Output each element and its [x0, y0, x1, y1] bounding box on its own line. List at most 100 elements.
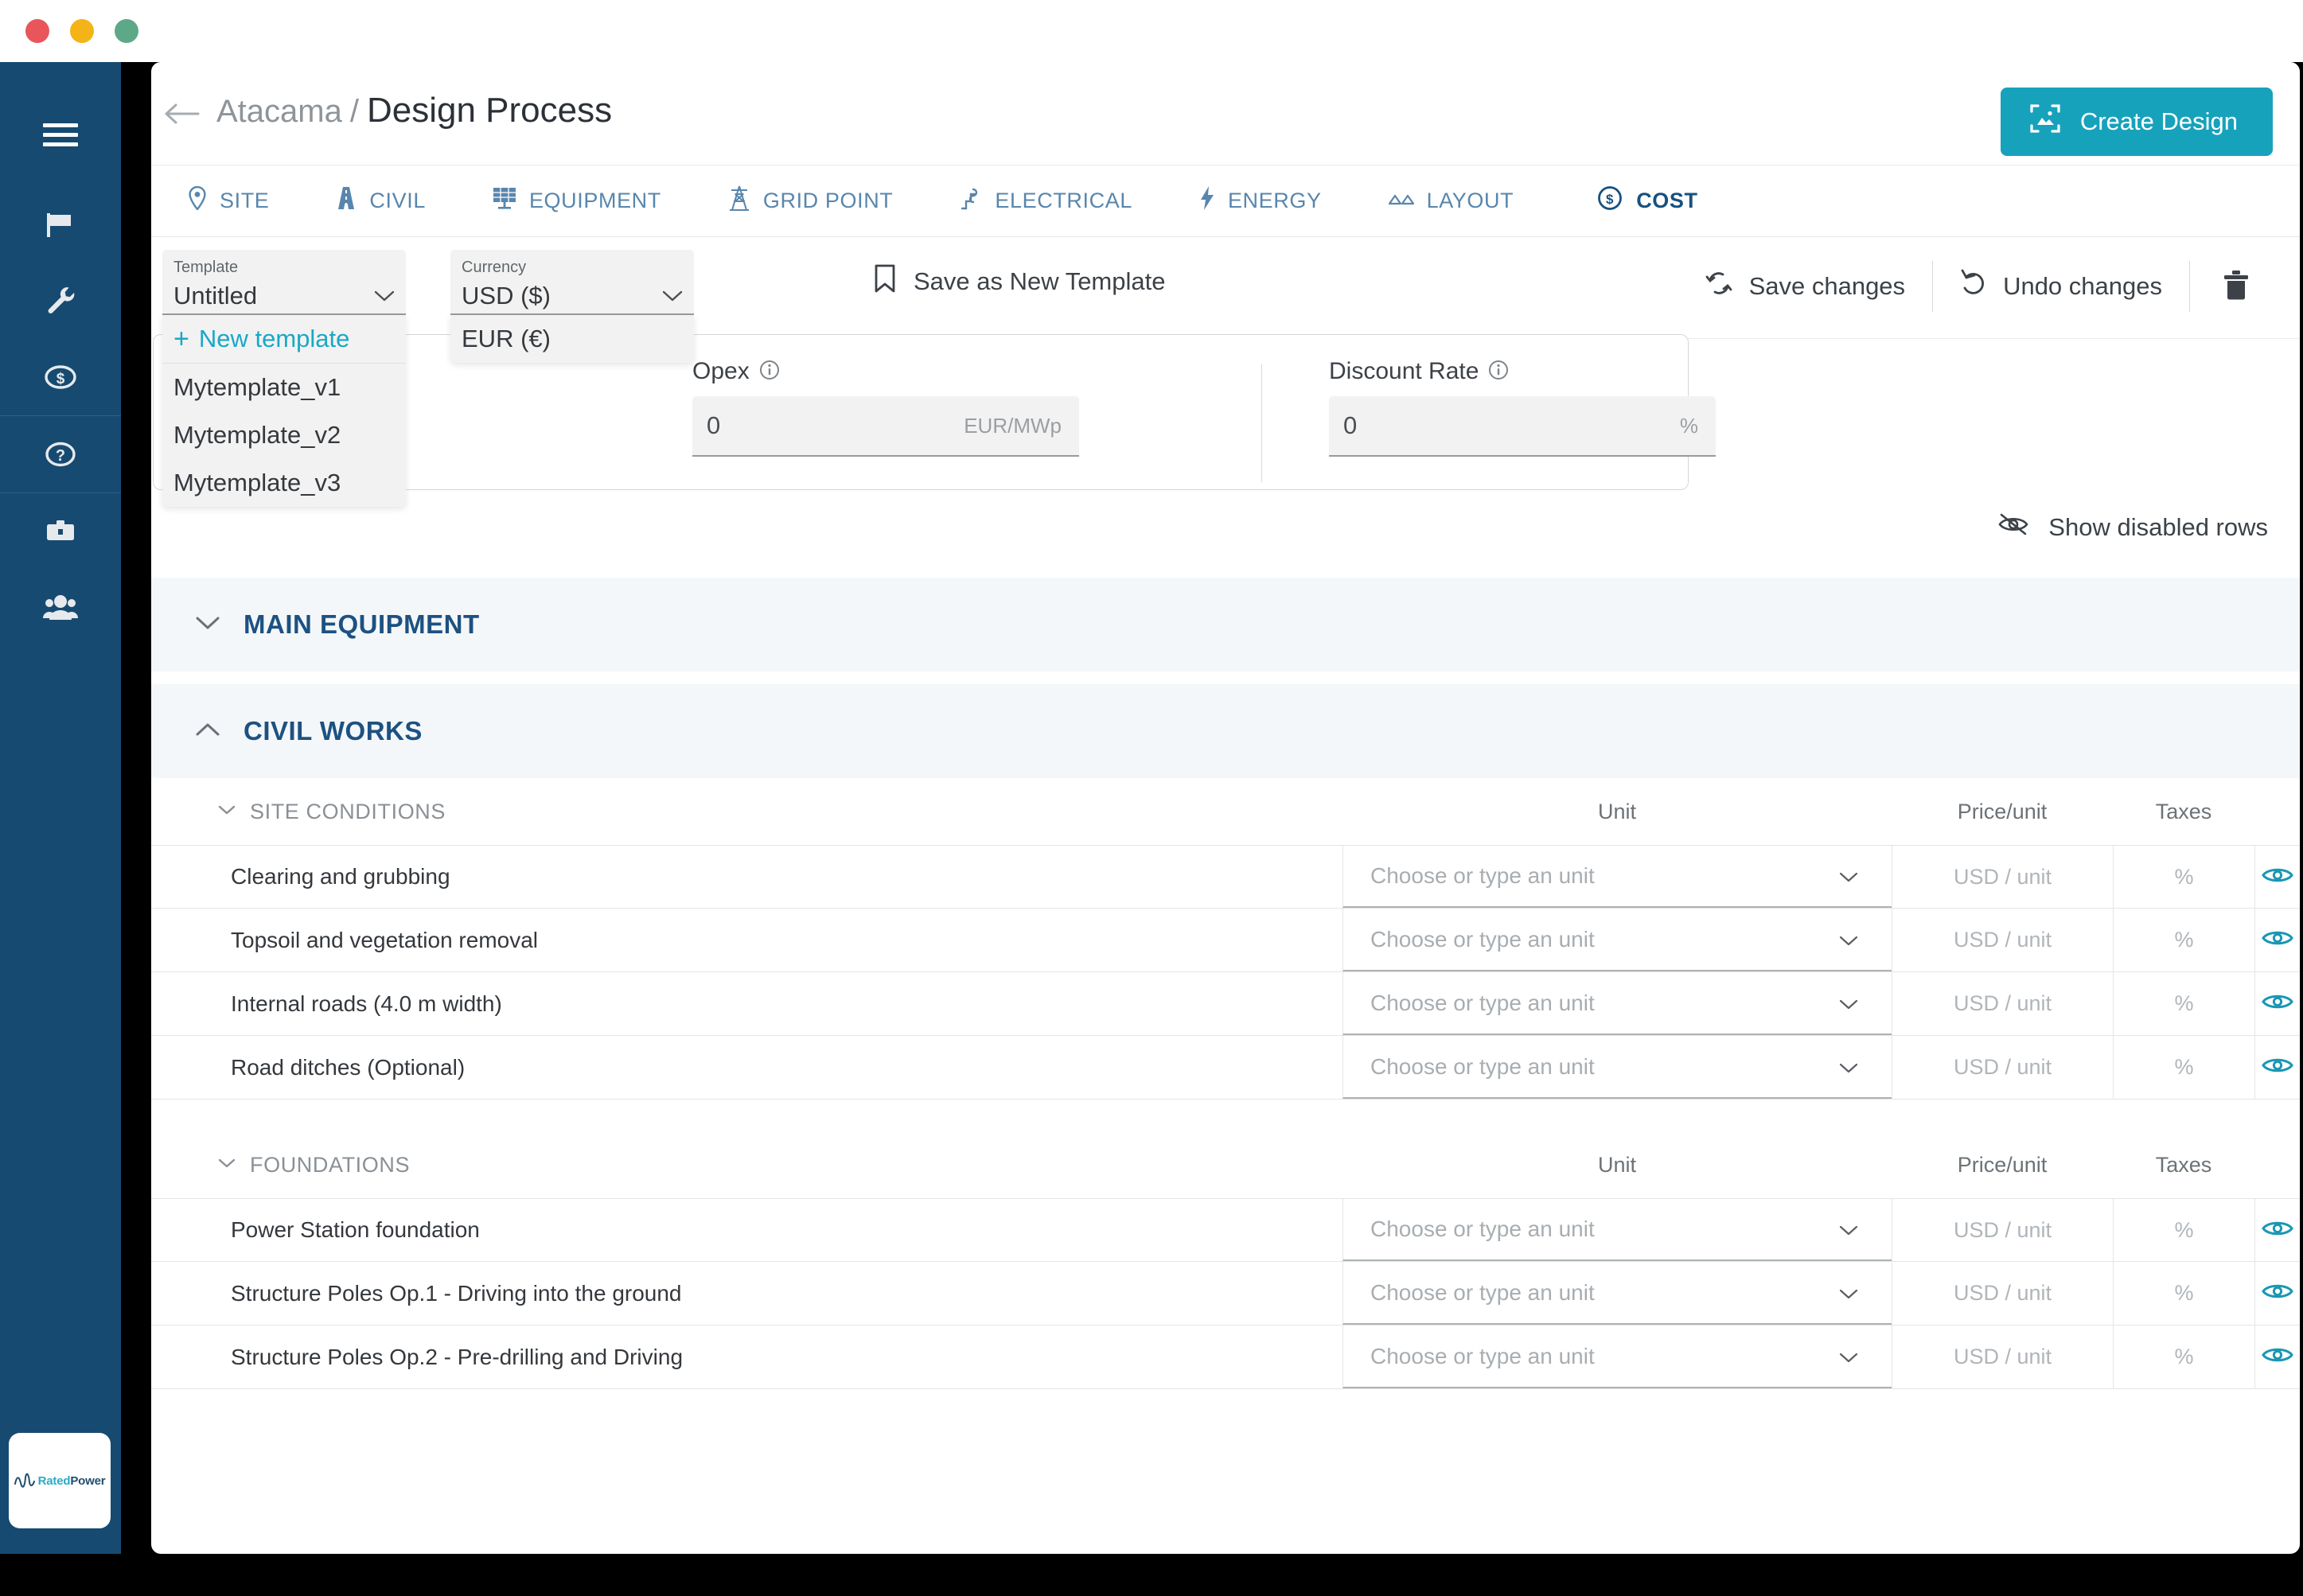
subsection-header[interactable]: FOUNDATIONS Unit Price/unit Taxes	[151, 1131, 2300, 1198]
unit-select[interactable]: Choose or type an unit	[1342, 846, 1892, 908]
eye-icon	[2262, 1218, 2293, 1243]
currency-value: USD ($)	[462, 282, 551, 309]
save-changes-button[interactable]: Save changes	[1678, 269, 1932, 304]
template-option[interactable]: Mytemplate_v3	[162, 459, 406, 507]
new-template-option[interactable]: + New template	[162, 315, 406, 364]
price-input[interactable]: USD / unit	[1892, 972, 2113, 1035]
breadcrumb-project[interactable]: Atacama	[216, 94, 342, 130]
dollar-coin-icon: $	[1596, 185, 1623, 217]
unit-placeholder: Choose or type an unit	[1370, 1279, 1595, 1305]
close-button[interactable]	[25, 19, 49, 43]
currency-option[interactable]: EUR (€)	[450, 315, 694, 363]
opex-input[interactable]: 0 EUR/MWp	[692, 396, 1079, 457]
chevron-down-icon	[1839, 1280, 1858, 1306]
price-input[interactable]: USD / unit	[1892, 1036, 2113, 1099]
tab-electrical[interactable]: ELECTRICAL	[960, 165, 1132, 237]
row-visibility-toggle[interactable]	[2254, 909, 2300, 971]
template-select[interactable]: Template Untitled	[162, 250, 406, 315]
section-title: CIVIL WORKS	[244, 716, 423, 745]
trash-icon	[2223, 270, 2249, 303]
zoom-button[interactable]	[115, 19, 138, 43]
logo-text-rated: Rated	[37, 1473, 71, 1488]
create-design-button[interactable]: Create Design	[2000, 88, 2273, 156]
hamburger-icon	[43, 122, 78, 149]
svg-text:?: ?	[56, 447, 65, 465]
taxes-input[interactable]: %	[2113, 1199, 2254, 1261]
eye-icon	[2262, 1345, 2293, 1369]
delete-button[interactable]	[2190, 270, 2276, 304]
row-visibility-toggle[interactable]	[2254, 972, 2300, 1035]
section-gap	[151, 671, 2300, 684]
sidebar-item-projects[interactable]	[0, 186, 121, 263]
discount-rate-input[interactable]: 0 %	[1329, 396, 1716, 457]
price-input[interactable]: USD / unit	[1892, 1262, 2113, 1325]
unit-select[interactable]: Choose or type an unit	[1342, 1036, 1892, 1099]
column-header-unit: Unit	[1597, 1152, 1636, 1177]
row-name: Clearing and grubbing	[231, 864, 450, 889]
show-disabled-rows-button[interactable]: Show disabled rows	[1997, 512, 2268, 543]
table-row: Clearing and grubbing Choose or type an …	[151, 845, 2300, 909]
show-disabled-rows-label: Show disabled rows	[2048, 513, 2268, 541]
unit-select[interactable]: Choose or type an unit	[1342, 1325, 1892, 1388]
subsection-title: SITE CONDITIONS	[250, 799, 446, 823]
tab-energy[interactable]: ENERGY	[1199, 165, 1322, 237]
circuit-icon	[960, 186, 982, 216]
sidebar-item-portfolio[interactable]	[0, 493, 121, 570]
price-input[interactable]: USD / unit	[1892, 846, 2113, 908]
taxes-input[interactable]: %	[2113, 846, 2254, 908]
section-main-equipment[interactable]: MAIN EQUIPMENT	[151, 578, 2300, 671]
discount-rate-metric: Discount Rate 0 %	[1329, 358, 1716, 457]
tab-equipment[interactable]: EQUIPMENT	[493, 165, 661, 237]
undo-changes-label: Undo changes	[2003, 272, 2162, 300]
price-input[interactable]: USD / unit	[1892, 909, 2113, 971]
template-option[interactable]: Mytemplate_v1	[162, 364, 406, 411]
save-as-new-template-label: Save as New Template	[914, 267, 1166, 295]
tab-cost[interactable]: $ COST	[1596, 165, 1697, 237]
taxes-input[interactable]: %	[2113, 1262, 2254, 1325]
currency-select[interactable]: Currency USD ($)	[450, 250, 694, 315]
opex-value: 0	[707, 411, 721, 439]
price-input[interactable]: USD / unit	[1892, 1199, 2113, 1261]
tab-civil[interactable]: CIVIL	[336, 165, 426, 237]
sidebar-item-tools[interactable]	[0, 263, 121, 339]
sidebar-item-team[interactable]	[0, 570, 121, 646]
row-visibility-toggle[interactable]	[2254, 1199, 2300, 1261]
minimize-button[interactable]	[70, 19, 94, 43]
table-row: Internal roads (4.0 m width) Choose or t…	[151, 972, 2300, 1036]
row-visibility-toggle[interactable]	[2254, 1262, 2300, 1325]
info-icon[interactable]	[759, 360, 780, 384]
row-visibility-toggle[interactable]	[2254, 846, 2300, 908]
taxes-input[interactable]: %	[2113, 1325, 2254, 1388]
sidebar-item-menu[interactable]	[0, 97, 121, 173]
table-row: Road ditches (Optional) Choose or type a…	[151, 1036, 2300, 1100]
unit-select[interactable]: Choose or type an unit	[1342, 1199, 1892, 1261]
logo-text-power: Power	[70, 1473, 106, 1488]
unit-select[interactable]: Choose or type an unit	[1342, 972, 1892, 1035]
section-civil-works[interactable]: CIVIL WORKS	[151, 684, 2300, 778]
subsection-header[interactable]: SITE CONDITIONS Unit Price/unit Taxes	[151, 778, 2300, 845]
taxes-input[interactable]: %	[2113, 1036, 2254, 1099]
breadcrumb-separator: /	[349, 94, 359, 129]
road-icon	[336, 186, 357, 216]
unit-select[interactable]: Choose or type an unit	[1342, 909, 1892, 971]
sidebar-item-costs[interactable]: $	[0, 339, 121, 415]
row-visibility-toggle[interactable]	[2254, 1036, 2300, 1099]
tab-site[interactable]: SITE	[188, 165, 269, 237]
opex-unit: EUR/MWp	[964, 413, 1062, 438]
undo-changes-button[interactable]: Undo changes	[1933, 269, 2189, 304]
back-button[interactable]	[163, 102, 200, 126]
row-visibility-toggle[interactable]	[2254, 1325, 2300, 1388]
taxes-input[interactable]: %	[2113, 909, 2254, 971]
info-icon[interactable]	[1488, 360, 1509, 384]
solar-panel-icon	[493, 186, 516, 216]
tab-grid-point[interactable]: GRID POINT	[728, 165, 894, 237]
table-row: Topsoil and vegetation removal Choose or…	[151, 909, 2300, 972]
template-dropdown-menu: + New template Mytemplate_v1 Mytemplate_…	[162, 315, 406, 507]
sidebar-item-help[interactable]: ?	[0, 416, 121, 492]
taxes-input[interactable]: %	[2113, 972, 2254, 1035]
template-option[interactable]: Mytemplate_v2	[162, 411, 406, 459]
unit-select[interactable]: Choose or type an unit	[1342, 1262, 1892, 1325]
price-input[interactable]: USD / unit	[1892, 1325, 2113, 1388]
save-as-new-template-button[interactable]: Save as New Template	[874, 264, 1165, 299]
tab-layout[interactable]: LAYOUT	[1388, 165, 1514, 237]
